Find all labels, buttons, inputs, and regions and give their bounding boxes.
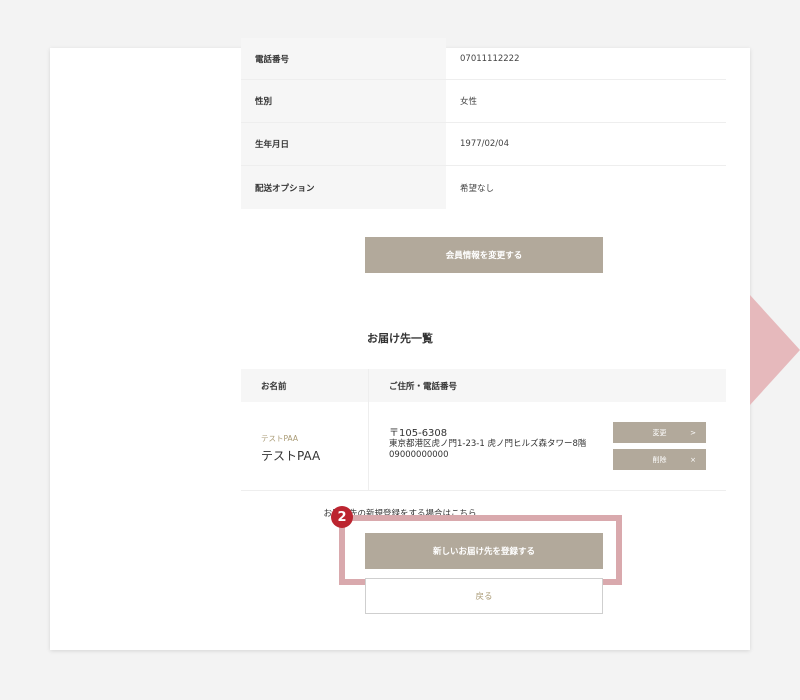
edit-member-info-button[interactable]: 会員情報を変更する — [365, 237, 603, 273]
info-value: 希望なし — [460, 183, 495, 194]
register-new-address-button[interactable]: 新しいお届け先を登録する — [365, 533, 603, 569]
address-detail-cell: 〒105-6308 東京都港区虎ノ門1-23-1 虎ノ門ヒルズ森タワー8階 09… — [369, 402, 726, 490]
info-value: 07011112222 — [460, 53, 520, 64]
address-table-header: お名前 ご住所・電話番号 — [241, 369, 726, 402]
info-row-birthday: 生年月日 1977/02/04 — [241, 123, 726, 166]
name-kana: テストPAA — [261, 434, 299, 443]
info-row-gender: 性別 女性 — [241, 80, 726, 123]
back-button[interactable]: 戻る — [365, 578, 603, 614]
close-icon: × — [690, 455, 696, 464]
info-row-delivery-option: 配送オプション 希望なし — [241, 166, 726, 209]
address-list-title: お届け先一覧 — [367, 332, 433, 345]
info-label: 生年月日 — [241, 123, 446, 165]
address-row: テストPAA テストPAA 〒105-6308 東京都港区虎ノ門1-23-1 虎… — [241, 402, 726, 491]
info-row-phone: 電話番号 07011112222 — [241, 38, 726, 80]
edit-address-label: 変更 — [652, 428, 667, 437]
info-value: 1977/02/04 — [460, 139, 509, 149]
chevron-right-icon: > — [690, 428, 696, 437]
info-label: 電話番号 — [241, 38, 446, 79]
info-label: 配送オプション — [241, 166, 446, 209]
info-value: 女性 — [460, 97, 478, 107]
recipient-name: テストPAA — [261, 449, 321, 463]
edit-address-button[interactable]: 変更 > — [613, 422, 706, 443]
address-name-cell: テストPAA テストPAA — [241, 402, 369, 490]
header-name: お名前 — [241, 369, 369, 402]
header-address: ご住所・電話番号 — [389, 381, 458, 392]
delete-address-button[interactable]: 削除 × — [613, 449, 706, 470]
info-label: 性別 — [241, 80, 446, 122]
delete-address-label: 削除 — [652, 455, 667, 464]
member-info-table: 電話番号 07011112222 性別 女性 生年月日 1977/02/04 配… — [241, 38, 726, 209]
step-badge: 2 — [331, 506, 353, 528]
next-arrow-icon — [750, 295, 800, 405]
